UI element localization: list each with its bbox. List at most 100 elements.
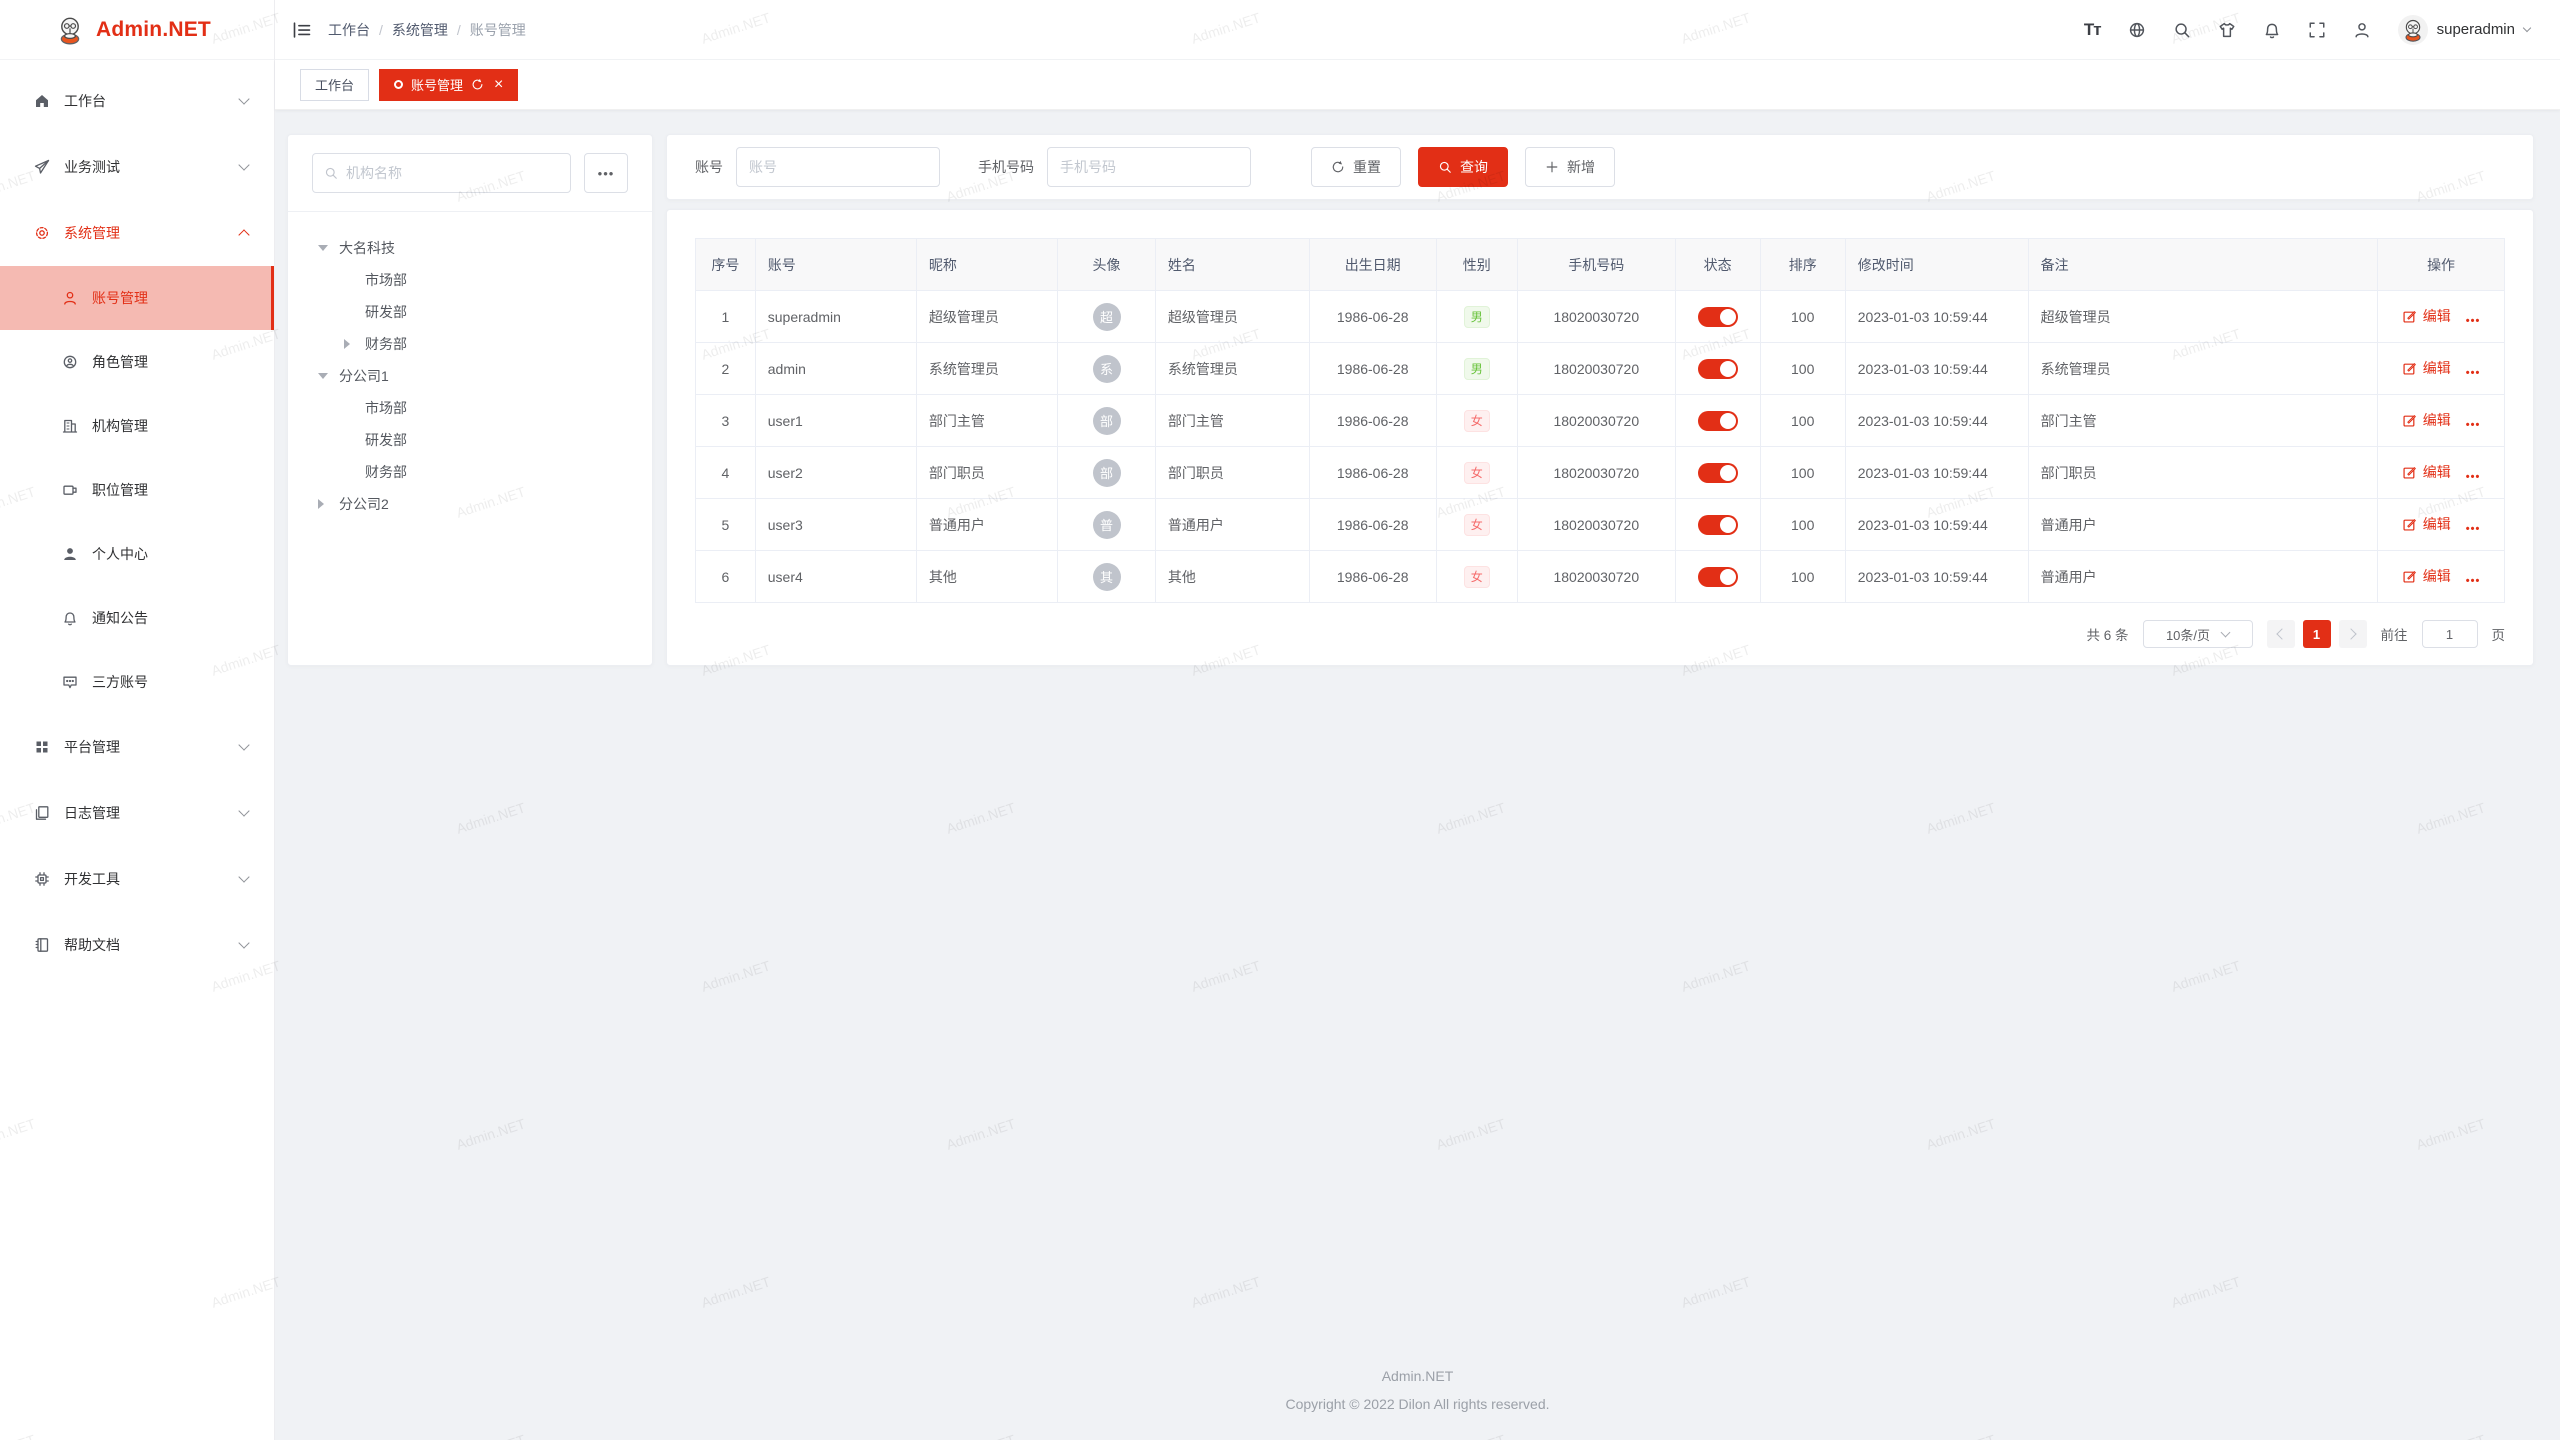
tab-label: 账号管理 — [411, 75, 463, 94]
sidebar-item-biz-test[interactable]: 业务测试 — [0, 134, 274, 200]
tree-node[interactable]: 市场部 — [288, 264, 652, 296]
sidebar-subitem-notice[interactable]: 通知公告 — [0, 586, 274, 650]
row-more-button[interactable]: ••• — [2466, 471, 2481, 483]
status-toggle[interactable] — [1698, 307, 1738, 327]
row-more-button[interactable]: ••• — [2466, 575, 2481, 587]
cell-name: 系统管理员 — [1155, 343, 1309, 395]
sidebar-item-label: 日志管理 — [64, 803, 240, 823]
edit-button[interactable]: 编辑 — [2402, 358, 2451, 378]
chevron-down-icon — [2523, 23, 2531, 31]
account-filter-input[interactable] — [736, 147, 940, 187]
sidebar-subitem-position[interactable]: 职位管理 — [0, 458, 274, 522]
language-icon[interactable] — [2128, 21, 2146, 39]
tab-refresh-icon[interactable] — [471, 78, 484, 91]
sidebar-item-help[interactable]: 帮助文档 — [0, 912, 274, 978]
tree-node[interactable]: 分公司1 — [288, 360, 652, 392]
tree-caret-icon[interactable] — [318, 245, 339, 251]
sidebar-subitem-third-account[interactable]: 三方账号 — [0, 650, 274, 714]
sidebar-item-workbench[interactable]: 工作台 — [0, 68, 274, 134]
edit-button[interactable]: 编辑 — [2402, 306, 2451, 326]
avatar: 其 — [1093, 563, 1121, 591]
fullscreen-icon[interactable] — [2308, 21, 2326, 39]
edit-button[interactable]: 编辑 — [2402, 514, 2451, 534]
cell-name: 其他 — [1155, 551, 1309, 603]
sidebar-subitem-org[interactable]: 机构管理 — [0, 394, 274, 458]
phone-filter-label: 手机号码 — [978, 157, 1034, 177]
collapse-menu-icon[interactable] — [292, 20, 312, 40]
chevron-down-icon — [238, 93, 249, 104]
cell-status — [1675, 395, 1760, 447]
status-toggle[interactable] — [1698, 515, 1738, 535]
org-tree-panel: ••• 大名科技市场部研发部财务部分公司1市场部研发部财务部分公司2 — [287, 134, 653, 666]
tree-caret-icon[interactable] — [344, 339, 365, 349]
page-number-1[interactable]: 1 — [2303, 620, 2331, 648]
font-size-icon[interactable]: Tᴛ — [2084, 20, 2101, 40]
breadcrumb-item[interactable]: 系统管理 — [392, 20, 448, 40]
status-toggle[interactable] — [1698, 463, 1738, 483]
edit-button[interactable]: 编辑 — [2402, 410, 2451, 430]
notification-bell-icon[interactable] — [2263, 21, 2281, 39]
sidebar-item-platform[interactable]: 平台管理 — [0, 714, 274, 780]
next-page-button[interactable] — [2339, 620, 2367, 648]
tree-node[interactable]: 财务部 — [288, 456, 652, 488]
goto-page-input[interactable] — [2422, 620, 2478, 648]
tree-more-button[interactable]: ••• — [584, 153, 628, 193]
tabs-bar: 工作台 账号管理 × — [275, 60, 2560, 110]
edit-button[interactable]: 编辑 — [2402, 462, 2451, 482]
cell-gender: 女 — [1436, 447, 1517, 499]
tab-active-dot-icon — [394, 80, 403, 89]
column-header-12: 操作 — [2378, 239, 2505, 291]
sidebar-item-log[interactable]: 日志管理 — [0, 780, 274, 846]
breadcrumb-item[interactable]: 工作台 — [328, 20, 370, 40]
query-button[interactable]: 查询 — [1418, 147, 1508, 187]
sidebar-item-label: 开发工具 — [64, 869, 240, 889]
status-toggle[interactable] — [1698, 359, 1738, 379]
tab-2[interactable]: 账号管理 × — [379, 69, 518, 101]
org-search-input[interactable] — [346, 165, 559, 181]
gender-badge: 女 — [1464, 462, 1490, 484]
profile-icon[interactable] — [2353, 21, 2371, 39]
query-button-label: 查询 — [1460, 157, 1488, 177]
pagination-total: 共 6 条 — [2086, 624, 2128, 644]
tree-caret-icon[interactable] — [318, 373, 339, 379]
sidebar-subitem-role[interactable]: 角色管理 — [0, 330, 274, 394]
add-button[interactable]: 新增 — [1525, 147, 1615, 187]
column-header-6: 性别 — [1436, 239, 1517, 291]
tree-node[interactable]: 分公司2 — [288, 488, 652, 520]
row-more-button[interactable]: ••• — [2466, 523, 2481, 535]
tree-node-label: 财务部 — [365, 462, 407, 482]
user-menu[interactable]: superadmin — [2398, 15, 2530, 45]
page-size-select[interactable]: 10条/页 — [2143, 620, 2253, 648]
status-toggle[interactable] — [1698, 567, 1738, 587]
cell-phone: 18020030720 — [1518, 343, 1676, 395]
tree-node-label: 研发部 — [365, 302, 407, 322]
sidebar-subitem-account[interactable]: 账号管理 — [0, 266, 274, 330]
search-icon[interactable] — [2173, 21, 2191, 39]
tree-node[interactable]: 市场部 — [288, 392, 652, 424]
row-more-button[interactable]: ••• — [2466, 419, 2481, 431]
row-more-button[interactable]: ••• — [2466, 315, 2481, 327]
sidebar-item-devtools[interactable]: 开发工具 — [0, 846, 274, 912]
sidebar-item-system[interactable]: 系统管理 — [0, 200, 274, 266]
status-toggle[interactable] — [1698, 411, 1738, 431]
brand-logo[interactable]: Admin.NET — [0, 0, 274, 60]
theme-icon[interactable] — [2218, 21, 2236, 39]
edit-button[interactable]: 编辑 — [2402, 566, 2451, 586]
tree-node[interactable]: 研发部 — [288, 424, 652, 456]
cell-phone: 18020030720 — [1518, 447, 1676, 499]
breadcrumb-separator: / — [379, 22, 383, 38]
tree-node-label: 财务部 — [365, 334, 407, 354]
tree-node[interactable]: 大名科技 — [288, 232, 652, 264]
avatar: 系 — [1093, 355, 1121, 383]
account-filter-label: 账号 — [695, 157, 723, 177]
tab-1[interactable]: 工作台 — [300, 69, 369, 101]
row-more-button[interactable]: ••• — [2466, 367, 2481, 379]
sidebar-subitem-profile[interactable]: 个人中心 — [0, 522, 274, 586]
tree-node[interactable]: 财务部 — [288, 328, 652, 360]
tree-caret-icon[interactable] — [318, 499, 339, 509]
prev-page-button[interactable] — [2267, 620, 2295, 648]
tab-close-icon[interactable]: × — [494, 77, 503, 93]
phone-filter-input[interactable] — [1047, 147, 1251, 187]
reset-button[interactable]: 重置 — [1311, 147, 1401, 187]
tree-node[interactable]: 研发部 — [288, 296, 652, 328]
